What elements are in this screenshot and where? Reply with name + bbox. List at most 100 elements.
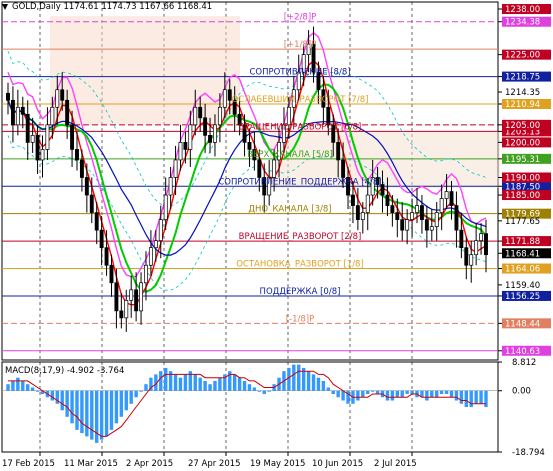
candle-body: [336, 142, 341, 161]
price-label: 1148.44: [505, 319, 540, 329]
macd-label: MACD(8,17,9) -4.902 -3.764: [5, 366, 125, 376]
macd-bar: [90, 390, 94, 440]
macd-bar: [469, 390, 473, 408]
candle-body: [203, 117, 208, 136]
candle-body: [198, 106, 203, 119]
candle-body: [449, 191, 454, 206]
macd-bar: [449, 390, 454, 398]
macd-bar: [26, 384, 30, 391]
candle-body: [144, 264, 148, 284]
murrey-level-label: ДНО_КАНАЛА [3/8]: [248, 205, 331, 215]
candle-body: [168, 177, 173, 196]
macd-bar: [99, 390, 104, 440]
cloud-band: [50, 16, 240, 125]
price-label: 1156.25: [505, 292, 540, 302]
candle-body: [10, 99, 15, 126]
candle-body: [459, 229, 464, 249]
candle-body: [439, 198, 444, 213]
candle-body: [193, 106, 198, 126]
macd-bar: [459, 390, 464, 404]
candle-body: [6, 92, 10, 101]
macd-bar: [326, 387, 331, 391]
murrey-level-label: СОПРОТИВЛЕНИЕ_ПОДДЕРЖКА [4/8]: [218, 177, 381, 187]
murrey-level-label: ОСЛАБЕВШИЙ_РАЗВОРОТ [7/8]: [232, 93, 369, 105]
murrey-level-label: ОСТАНОВКА_РАЗВОРОТ [1/8]: [236, 260, 364, 270]
macd-bar: [464, 390, 468, 408]
macd-bar: [193, 374, 197, 391]
candle-body: [208, 135, 212, 143]
macd-bar: [425, 390, 429, 401]
macd-bar: [60, 390, 64, 411]
macd-bar: [331, 390, 335, 394]
price-chart[interactable]: [+2/8]P [+1/8]P СОПРОТИВЛЕНИЕ [8/8] ОСЛАБЕВ…: [0, 0, 553, 471]
chart-menu-icon[interactable]: [2, 4, 8, 10]
macd-bar: [109, 390, 114, 430]
macd-bar: [474, 390, 478, 404]
macd-bar: [242, 380, 247, 391]
macd-bar: [80, 390, 84, 434]
macd-bar: [30, 387, 35, 391]
candle-body: [474, 240, 479, 256]
candle-body: [213, 124, 217, 143]
macd-bar: [144, 384, 148, 391]
macd-bar: [297, 364, 301, 391]
murrey-level-label: СОПРОТИВЛЕНИЕ [8/8]: [249, 68, 350, 78]
macd-bar: [366, 390, 370, 394]
price-label: 1190.00: [505, 173, 540, 183]
candle-body: [79, 159, 84, 178]
time-label: 2 Apr 2015: [126, 459, 173, 469]
macd-bar: [163, 367, 168, 391]
symbol-label: GOLD,Daily: [12, 2, 61, 12]
macd-scale-label: -18.794: [512, 448, 545, 458]
candle-body: [469, 254, 474, 266]
candle-body: [173, 159, 178, 178]
macd-scale-label: 0.00: [512, 387, 531, 397]
macd-bar: [267, 390, 271, 392]
macd-bar: [208, 384, 212, 391]
macd-bar: [114, 390, 119, 424]
macd-bar: [341, 390, 345, 401]
candle-body: [89, 194, 94, 213]
murrey-level-label: ВЕРХ_КАНАЛА [5/8]: [247, 150, 333, 160]
candle-body: [183, 142, 188, 150]
price-label: 1205.00: [505, 121, 540, 131]
candle-body: [424, 219, 429, 231]
murrey-level-label: ВРАЩЕНИЕ_РАЗВОРОТ [2/8]: [239, 232, 362, 242]
candle-body: [20, 106, 25, 115]
macd-bar: [139, 390, 143, 392]
macd-bar: [435, 390, 439, 398]
candle-body: [35, 135, 40, 161]
candle-body: [40, 149, 45, 161]
candle-body: [464, 247, 469, 266]
candle-body: [94, 212, 99, 231]
macd-bar: [336, 390, 340, 398]
price-label: 1140.63: [505, 347, 540, 357]
candle-body: [355, 205, 360, 220]
macd-bar: [16, 377, 20, 391]
price-label: 1159.40: [505, 281, 540, 291]
macd-scale-label: 8.812: [512, 358, 536, 368]
macd-bar: [237, 377, 242, 391]
time-label: 17 Feb 2015: [2, 459, 55, 469]
macd-bar: [479, 390, 483, 404]
candle-body: [415, 205, 419, 213]
candle-body: [419, 205, 424, 220]
macd-bar: [95, 390, 99, 443]
candle-body: [479, 233, 484, 242]
price-label: 1195.31: [505, 155, 540, 165]
murrey-level-label: [+1/8]P: [284, 40, 317, 50]
macd-bar: [247, 384, 252, 391]
candle-body: [222, 89, 227, 108]
macd-bar: [218, 377, 222, 391]
candle-body: [365, 194, 370, 213]
candle-body: [70, 124, 75, 150]
macd-bar: [104, 390, 109, 437]
candle-body: [454, 205, 459, 231]
candle-body: [55, 89, 60, 108]
macd-bar: [356, 390, 360, 401]
macd-bar: [311, 374, 316, 391]
macd-bar: [321, 380, 326, 391]
murrey-level-label: ВРАЩЕНИЕ_РАЗВОРОТ [6/8]: [239, 122, 362, 132]
time-label: 10 Jun 2015: [312, 459, 363, 469]
candle-body: [104, 247, 109, 266]
